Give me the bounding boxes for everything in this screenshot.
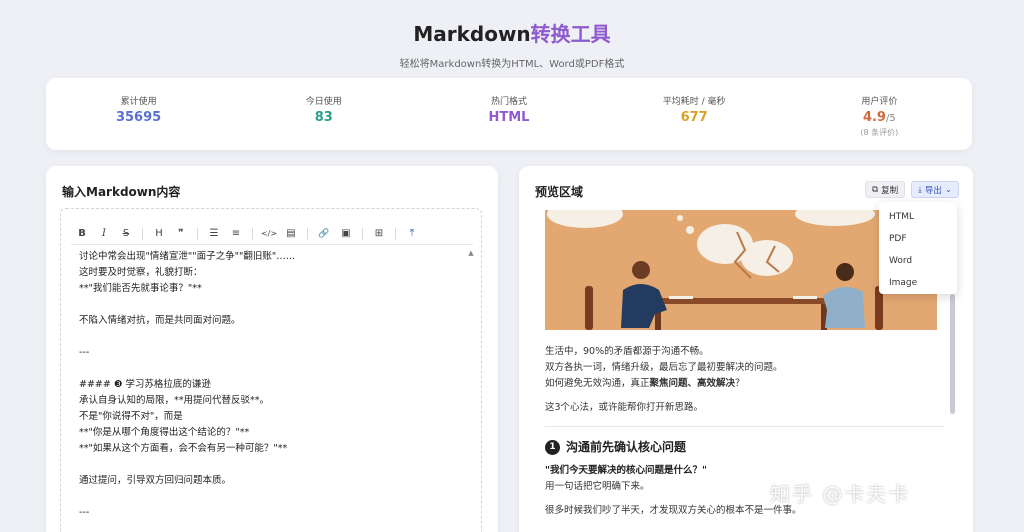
stat-label: 用户评价 (861, 97, 898, 107)
title-accent: 转换工具 (530, 22, 611, 46)
editor-line: **"你是从哪个角度得出这个结论的？"** (79, 427, 250, 438)
unordered-list-icon[interactable]: ☰ (203, 224, 225, 244)
preview-text-span: ？ (735, 378, 745, 389)
copy-label: 复制 (881, 185, 899, 196)
preview-divider (545, 426, 945, 427)
toolbar-divider (362, 227, 363, 240)
export-option-image[interactable]: Image (879, 272, 957, 294)
heading-number-badge: 1 (545, 439, 560, 455)
editor-line: **"我们能否先就事论事？"** (79, 283, 202, 294)
preview-panel-title: 预览区域 (535, 185, 584, 199)
export-dropdown: HTML PDF Word Image (879, 202, 957, 294)
editor-line: #### ❸ 学习苏格拉底的谦逊 (79, 379, 211, 390)
stat-total-usage: 累计使用 35695 (69, 94, 209, 125)
rating-count: (8 条评价) (860, 128, 899, 137)
preview-paragraph: 生活中，90%的矛盾都源于沟通不畅。 双方各执一词，情绪升级，最后忘了最初要解决… (545, 344, 945, 392)
preview-bold-span: 聚焦问题、高效解决 (649, 378, 736, 389)
export-option-html[interactable]: HTML (879, 206, 957, 228)
preview-line: 如何避免无效沟通，真正聚焦问题、高效解决？ (545, 376, 945, 392)
stat-label: 今日使用 (305, 97, 342, 107)
stat-value: 35695 (115, 110, 162, 125)
stat-value: 83 (314, 110, 333, 125)
stats-bar: 累计使用 35695 今日使用 83 热门格式 HTML 平均耗时 / 毫秒 6… (46, 78, 972, 150)
editor-line: 讨论中常会出现"情绪宣泄""面子之争""翻旧账"…… (79, 251, 296, 262)
table-icon[interactable]: ⊞ (368, 224, 390, 244)
upload-icon[interactable]: ⤒ (401, 224, 423, 244)
ordered-list-icon[interactable]: ≡ (225, 224, 247, 244)
editor-scrollbar[interactable]: ▲ (467, 249, 475, 532)
editor-line: 承认自身认知的局限，**用提问代替反驳**。 (79, 395, 270, 406)
preview-line: 双方各执一词，情绪升级，最后忘了最初要解决的问题。 (545, 362, 783, 373)
stat-value: 677 (680, 110, 708, 125)
quote-icon[interactable]: ❞ (170, 224, 192, 244)
export-button[interactable]: ⤓ 导出 ⌄ (911, 181, 959, 198)
stat-label: 热门格式 (490, 97, 527, 107)
stat-label: 平均耗时 / 毫秒 (662, 97, 726, 107)
preview-text-span: 如何避免无效沟通，真正 (545, 378, 650, 389)
editor-line: 通过提问，引导双方回归问题本质。 (79, 475, 232, 486)
preview-heading: 1 沟通前先确认核心问题 (545, 439, 945, 455)
editor-line: **"如果从这个方面看，会不会有另一种可能？"** (79, 443, 288, 454)
markdown-editor[interactable]: B I S H ❞ ☰ ≡ </> ▤ 🔗 ▣ ⊞ ⤒ 讨论中常会出现"情绪宣泄… (60, 208, 482, 532)
stat-value: HTML (488, 110, 530, 125)
preview-actions: ⧉ 复制 ⤓ 导出 ⌄ (865, 181, 959, 198)
heading-text: 沟通前先确认核心问题 (566, 440, 687, 454)
editor-line: --- (79, 507, 90, 518)
page-title: Markdown转换工具 (0, 18, 1024, 47)
link-icon[interactable]: 🔗 (313, 224, 335, 244)
toolbar-divider (197, 227, 198, 240)
stat-today-usage: 今日使用 83 (254, 94, 394, 125)
stat-label: 累计使用 (120, 97, 157, 107)
editor-panel: 输入Markdown内容 B I S H ❞ ☰ ≡ </> ▤ 🔗 ▣ ⊞ ⤒… (46, 166, 498, 532)
editor-line: 不是"你说得不对"，而是 (79, 411, 183, 422)
stat-average-time: 平均耗时 / 毫秒 677 (624, 94, 764, 125)
download-icon: ⤓ (918, 184, 922, 195)
page-header: Markdown转换工具 轻松将Markdown转换为HTML、Word或PDF… (0, 0, 1024, 78)
page-subtitle: 轻松将Markdown转换为HTML、Word或PDF格式 (399, 59, 625, 70)
code-icon[interactable]: </> (258, 224, 280, 244)
italic-button[interactable]: I (93, 224, 115, 244)
toolbar-divider (142, 227, 143, 240)
code-block-icon[interactable]: ▤ (280, 224, 302, 244)
stat-user-rating: 用户评价 4.9/5 (8 条评价) (809, 94, 949, 138)
editor-panel-title: 输入Markdown内容 (62, 185, 181, 199)
heading-button[interactable]: H (148, 224, 170, 244)
chevron-down-icon: ⌄ (944, 184, 952, 195)
watermark: 知乎 @卡夫卡 (770, 482, 911, 506)
image-icon[interactable]: ▣ (335, 224, 357, 244)
rating-value: 4.9 (862, 110, 886, 125)
export-option-word[interactable]: Word (879, 250, 957, 272)
preview-paragraph: 这3个心法，或许能帮你打开新思路。 (545, 402, 704, 413)
editor-line: --- (79, 347, 90, 358)
editor-textarea[interactable]: 讨论中常会出现"情绪宣泄""面子之争""翻旧账"…… 这时要及时觉察，礼貌打断： *… (79, 249, 459, 532)
preview-scrollbar[interactable] (950, 294, 955, 414)
preview-line: 生活中，90%的矛盾都源于沟通不畅。 (545, 346, 709, 357)
editor-line: 不陷入情绪对抗，而是共同面对问题。 (79, 315, 241, 326)
editor-line: 这时要及时觉察，礼貌打断： (79, 267, 203, 278)
preview-quote: "我们今天要解决的核心问题是什么？" (545, 465, 707, 476)
title-main: Markdown (413, 22, 531, 46)
stat-value: 4.9/5 (809, 110, 949, 125)
bold-button[interactable]: B (71, 224, 93, 244)
copy-icon: ⧉ (872, 184, 879, 195)
scroll-up-icon[interactable]: ▲ (467, 249, 475, 257)
toolbar-divider (307, 227, 308, 240)
export-option-pdf[interactable]: PDF (879, 228, 957, 250)
strikethrough-button[interactable]: S (115, 224, 137, 244)
rating-max: /5 (885, 113, 896, 124)
copy-button[interactable]: ⧉ 复制 (865, 181, 906, 198)
toolbar-divider (395, 227, 396, 240)
editor-toolbar: B I S H ❞ ☰ ≡ </> ▤ 🔗 ▣ ⊞ ⤒ (71, 223, 473, 245)
export-label: 导出 (924, 185, 942, 196)
toolbar-divider (252, 227, 253, 240)
stat-popular-format: 热门格式 HTML (439, 94, 579, 125)
